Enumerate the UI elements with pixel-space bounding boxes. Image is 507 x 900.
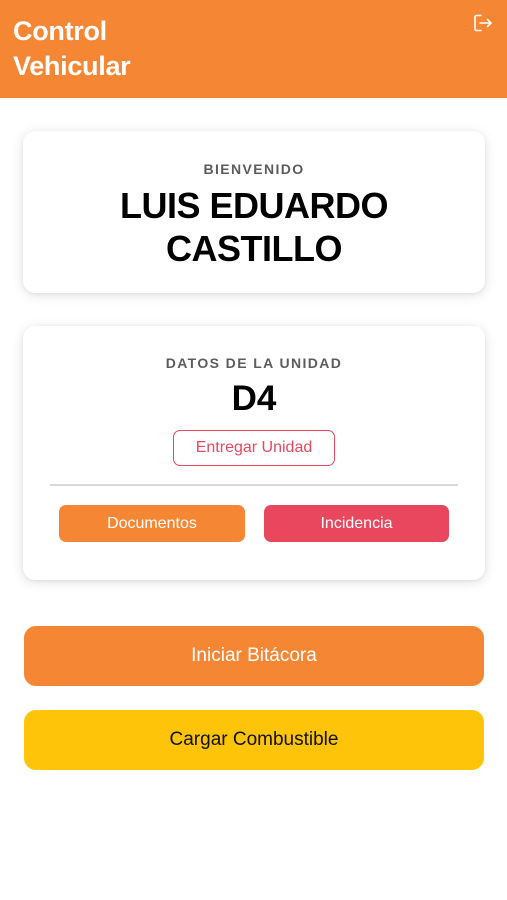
incident-button[interactable]: Incidencia: [264, 505, 449, 542]
welcome-label: BIENVENIDO: [203, 161, 305, 177]
welcome-card: BIENVENIDO LUIS EDUARDO CASTILLO: [23, 131, 485, 293]
unit-code: D4: [231, 379, 277, 418]
start-log-button[interactable]: Iniciar Bitácora: [24, 626, 484, 686]
app-title: Control Vehicular: [13, 16, 131, 81]
user-name: LUIS EDUARDO CASTILLO: [119, 185, 389, 269]
unit-card: DATOS DE LA UNIDAD D4 Entregar Unidad Do…: [23, 326, 485, 580]
documents-button[interactable]: Documentos: [59, 505, 245, 542]
logout-icon: [474, 14, 492, 32]
divider: [50, 484, 458, 486]
load-fuel-button[interactable]: Cargar Combustible: [24, 710, 484, 770]
unit-data-label: DATOS DE LA UNIDAD: [165, 355, 343, 371]
app-header: Control Vehicular: [0, 0, 507, 98]
deliver-unit-button[interactable]: Entregar Unidad: [173, 430, 335, 466]
logout-button[interactable]: [472, 12, 494, 34]
